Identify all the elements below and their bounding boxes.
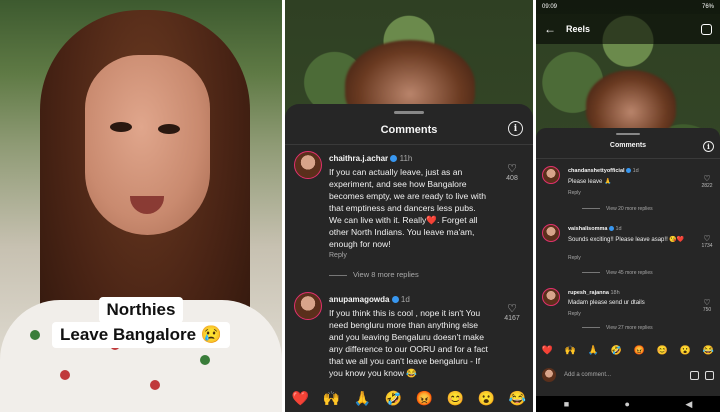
sheet-title: Comments (380, 124, 438, 136)
sheet-title: Comments (609, 142, 647, 149)
view-more-replies[interactable]: View 27 more replies (582, 325, 653, 331)
like-button[interactable]: ♡ 2822 (698, 174, 716, 189)
status-battery: 76% (701, 4, 714, 10)
verified-badge-icon (626, 168, 632, 174)
emoji-rofl[interactable]: 🤣 (611, 345, 622, 355)
comment-text: If you think this is cool , nope it isn'… (329, 308, 488, 378)
emoji-angry[interactable]: 😡 (416, 391, 433, 405)
view-more-replies[interactable]: View 20 more replies (582, 206, 653, 212)
quick-emoji-bar: ❤️ 🙌 🙏 🤣 😡 😊 😮 😂 (536, 342, 720, 358)
add-comment-input[interactable]: Add a comment... (564, 372, 690, 378)
comment-text: Madam please send ur dtails (568, 300, 645, 306)
gif-icon[interactable] (690, 370, 699, 380)
caption-line-1: Northies (0, 297, 282, 323)
verified-badge-icon (608, 226, 614, 232)
avatar (542, 368, 556, 382)
reels-title: Reels (566, 24, 591, 34)
drag-handle[interactable] (394, 111, 424, 114)
emoji-raised-hands[interactable]: 🙌 (565, 345, 576, 355)
verified-badge-icon (391, 296, 399, 304)
avatar[interactable] (542, 288, 560, 306)
reels-header: ← Reels (536, 14, 720, 44)
heart-icon[interactable]: ♡ (698, 174, 716, 183)
view-more-replies[interactable]: View 8 more replies (329, 270, 419, 279)
comment-text: If you can actually leave, just as an ex… (329, 167, 486, 249)
info-icon[interactable]: i (508, 121, 523, 136)
like-button[interactable]: ♡ 4167 (501, 302, 523, 322)
comment-username[interactable]: rupesh_rajanna 18h (568, 290, 620, 296)
caption-line-2: Leave Bangalore 😢 (0, 322, 282, 348)
sticker-icon[interactable] (705, 370, 714, 380)
emoji-smile[interactable]: 😊 (447, 391, 464, 405)
heart-icon[interactable]: ♡ (501, 162, 523, 175)
comments-panel-large: Comments i chaithra.j.achar 11h If you c… (285, 0, 533, 412)
reel-comments-collage: Northies Leave Bangalore 😢 Comments i ch… (0, 0, 720, 412)
heart-icon[interactable]: ♡ (698, 298, 716, 307)
view-more-replies[interactable]: View 45 more replies (582, 270, 653, 276)
avatar[interactable] (294, 151, 322, 179)
comments-sheet: Comments i chandanshettyofficial 1d Plea… (536, 128, 720, 396)
info-icon[interactable]: i (703, 141, 714, 152)
emoji-raised-hands[interactable]: 🙌 (323, 391, 340, 405)
back-icon[interactable]: ◀ (685, 399, 692, 410)
emoji-smile[interactable]: 😊 (657, 345, 668, 355)
home-icon[interactable]: ● (625, 399, 630, 409)
comment-username[interactable]: vaishalisomma 1d (568, 226, 622, 232)
emoji-folded-hands[interactable]: 🙏 (588, 345, 599, 355)
header-divider (536, 158, 720, 159)
emoji-folded-hands[interactable]: 🙏 (354, 391, 371, 405)
comment-text: Please leave 🙏 (568, 179, 612, 185)
comment-text: Sounds exciting!! Please leave asap!! 😘❤… (568, 237, 685, 243)
heart-icon[interactable]: ♡ (501, 302, 523, 315)
avatar[interactable] (294, 292, 322, 320)
android-nav-bar: ■ ● ◀ (536, 396, 720, 412)
emoji-rofl[interactable]: 🤣 (385, 391, 402, 405)
emoji-joy[interactable]: 😂 (703, 345, 714, 355)
avatar[interactable] (542, 224, 560, 242)
reply-button[interactable]: Reply (329, 252, 347, 259)
emoji-surprised[interactable]: 😮 (680, 345, 691, 355)
right-eye (158, 124, 180, 134)
emoji-joy[interactable]: 😂 (509, 391, 526, 405)
comments-sheet: Comments i chaithra.j.achar 11h If you c… (285, 104, 533, 412)
emoji-angry[interactable]: 😡 (634, 345, 645, 355)
recents-icon[interactable]: ■ (564, 399, 569, 409)
heart-icon[interactable]: ♡ (698, 234, 716, 243)
back-arrow-icon[interactable]: ← (544, 22, 556, 36)
drag-handle[interactable] (616, 133, 640, 135)
reply-button[interactable]: Reply (568, 255, 581, 261)
status-bar: 09:09 76% (536, 0, 720, 14)
left-eye (110, 122, 132, 132)
video-frame-panel: Northies Leave Bangalore 😢 (0, 0, 282, 412)
comment-username[interactable]: chaithra.j.achar 11h (329, 154, 412, 163)
like-button[interactable]: ♡ 1734 (698, 234, 716, 249)
comment-username[interactable]: chandanshettyofficial 1d (568, 168, 639, 174)
camera-icon[interactable] (701, 23, 712, 35)
verified-badge-icon (390, 155, 398, 163)
status-time: 09:09 (542, 4, 558, 10)
emoji-heart[interactable]: ❤️ (542, 345, 553, 355)
emoji-surprised[interactable]: 😮 (478, 391, 495, 405)
header-divider (285, 144, 533, 145)
quick-emoji-bar: ❤️ 🙌 🙏 🤣 😡 😊 😮 😂 (285, 388, 533, 408)
reply-button[interactable]: Reply (568, 190, 581, 196)
like-button[interactable]: ♡ 408 (501, 162, 523, 182)
emoji-heart[interactable]: ❤️ (292, 391, 309, 405)
comments-panel-phone: 09:09 76% ← Reels Comments i chandanshet… (536, 0, 720, 412)
like-button[interactable]: ♡ 750 (698, 298, 716, 313)
reply-button[interactable]: Reply (568, 311, 581, 317)
add-comment-bar: Add a comment... (536, 366, 720, 384)
avatar[interactable] (542, 166, 560, 184)
comment-username[interactable]: anupamagowda 1d (329, 295, 410, 304)
